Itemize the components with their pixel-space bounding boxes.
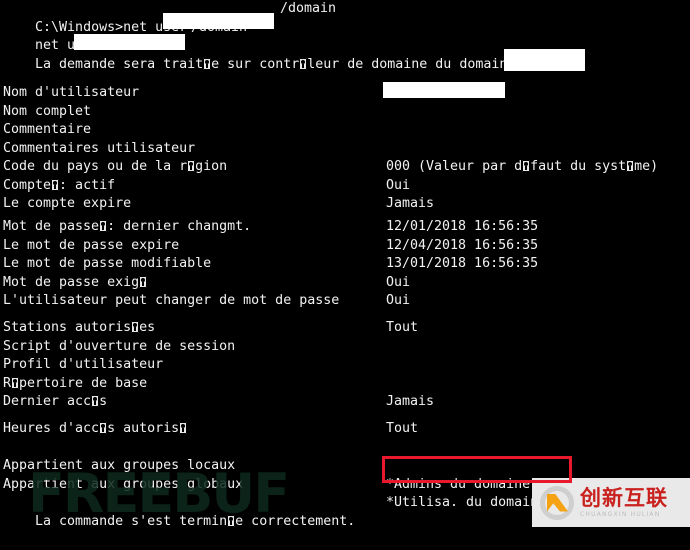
chuangxin-hulian-watermark: 创新互联 CHUANGXIN HULIAN [532,478,690,527]
mojibake-glyph [203,57,212,70]
dc-notice-part-a: La demande sera trait [35,56,204,72]
prompt-switch-domain: /domain [280,1,337,16]
property-row: Mot de passe exig Oui [0,274,410,293]
property-label: Le mot de passe modifiable [3,256,212,271]
property-row: Script d'ouverture de session [0,338,235,357]
property-row: Rpertoire de base [0,375,147,394]
property-label: Commentaire [3,122,92,137]
freebuf-watermark: FREEBUF [28,462,290,525]
property-value: Tout [386,320,419,335]
mojibake-glyph [299,57,308,70]
mojibake-glyph [187,160,196,172]
property-row: Code du pays ou de la r gion 000 (Valeur p… [0,158,658,177]
mojibake-glyph [131,321,140,333]
property-label: Nom d'utilisateur [3,85,140,100]
property-label: Commentaires utilisateur [3,140,196,156]
property-row: Commentaire [0,121,91,140]
property-row: Le mot de passe modifiable 13/01/2018 16:… [0,255,538,274]
watermark-brand-text: 创新互联 [580,485,668,510]
mojibake-glyph [139,275,148,288]
property-value: 000 (Valeur par d faut du syst me) [386,159,659,174]
property-row: Compte: actif Oui [0,177,410,196]
property-label: Code du pays ou de la r gion [3,159,228,174]
property-label: Profil d'utilisateur [3,357,164,372]
watermark-logo-icon [540,485,574,520]
property-value: Oui [386,274,411,290]
domain-redaction [504,49,585,71]
watermark-brand-subtext: CHUANGXIN HULIAN [580,510,661,518]
property-row: Le mot de passe expire 12/04/2018 16:56:3… [0,237,538,256]
property-value: Tout [386,421,419,436]
mojibake-glyph [11,376,20,389]
mojibake-glyph [99,422,108,434]
property-value: Jamais [386,196,435,211]
property-label: Dernier acc s [3,394,108,409]
property-label: Le mot de passe expire [3,237,180,253]
property-label: Heures d'acc s autoris [3,420,188,439]
domain-admins-highlight [382,456,572,483]
property-label: Le compte expire [3,196,132,211]
mojibake-glyph [626,160,635,172]
terminal-console[interactable]: C:\Windows>net user net user La demande … [0,0,690,529]
dc-notice-part-c: leur de domaine du domaine [307,56,516,72]
property-label: Nom complet [3,103,92,119]
dc-notice-part-b: e sur contr [211,56,300,72]
property-value: 12/04/2018 16:56:35 [386,237,539,253]
property-value: *Utilisa. du domaine [386,495,547,510]
property-row: Heures d'acc s autoris Tout [0,420,418,439]
username-value-redaction [383,82,505,98]
property-label: Mot de passe: dernier changmt. [3,219,252,234]
property-label: Script d'ouverture de session [3,338,236,354]
property-row: Nom d'utilisateur [0,84,139,103]
property-row: Profil d'utilisateur [0,356,163,375]
username-redaction-echo [74,34,185,50]
property-row: Nom complet [0,103,91,122]
property-value: 13/01/2018 16:56:35 [386,256,539,271]
username-redaction-prompt [163,13,274,29]
property-label: Stations autoris es [3,320,156,335]
property-row: Mot de passe: dernier changmt. 12/01/2018… [0,218,538,237]
console-line-prompt: C:\Windows>net user [0,0,187,35]
property-row: L'utilisateur peut changer de mot de pas… [0,292,410,311]
property-label: Mot de passe exig [3,274,148,293]
property-value: Oui [386,177,411,193]
property-value: Jamais [386,394,435,409]
property-row: Commentaires utilisateur [0,140,195,159]
property-value: 12/01/2018 16:56:35 [386,219,539,234]
property-row: Stations autoris es Tout [0,319,418,338]
property-row: Le compte expire Jamais [0,195,434,214]
mojibake-glyph [51,178,60,191]
property-label: Rpertoire de base [3,375,148,391]
property-label: Compte: actif [3,177,116,193]
mojibake-glyph [179,422,188,434]
mojibake-glyph [91,395,100,407]
property-value: Oui [386,293,411,308]
mojibake-glyph [522,160,531,172]
property-row: Dernier acc s Jamais [0,393,434,412]
property-label: L'utilisateur peut changer de mot de pas… [3,293,340,308]
mojibake-glyph [99,220,108,232]
